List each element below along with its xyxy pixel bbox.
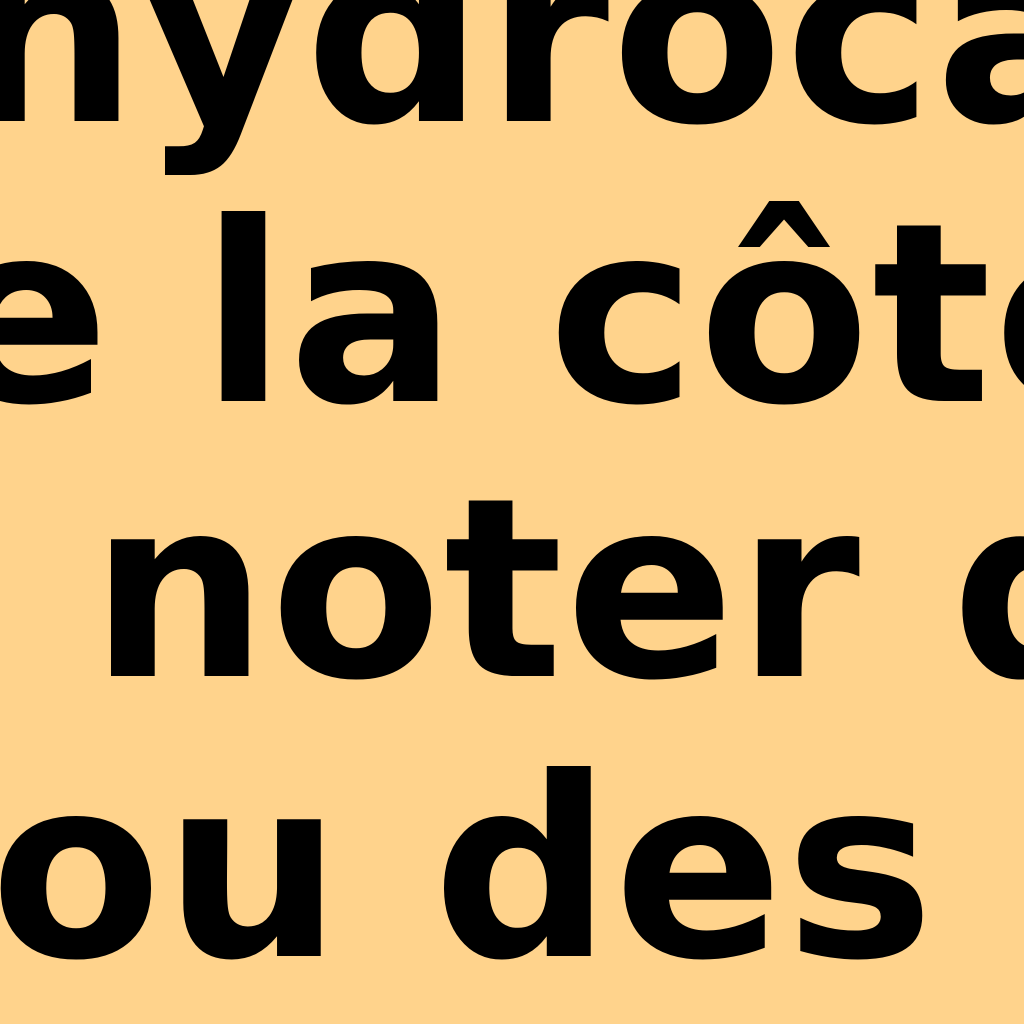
text-line-4: ou des na	[0, 724, 1024, 1015]
zoomed-text-region: hydrocarbu e la côte noter qu ou des na	[0, 0, 1024, 1024]
text-line-2: e la côte	[0, 169, 1024, 460]
text-line-3: noter qu	[90, 444, 1024, 735]
text-line-1: hydrocarbu	[0, 0, 1024, 180]
